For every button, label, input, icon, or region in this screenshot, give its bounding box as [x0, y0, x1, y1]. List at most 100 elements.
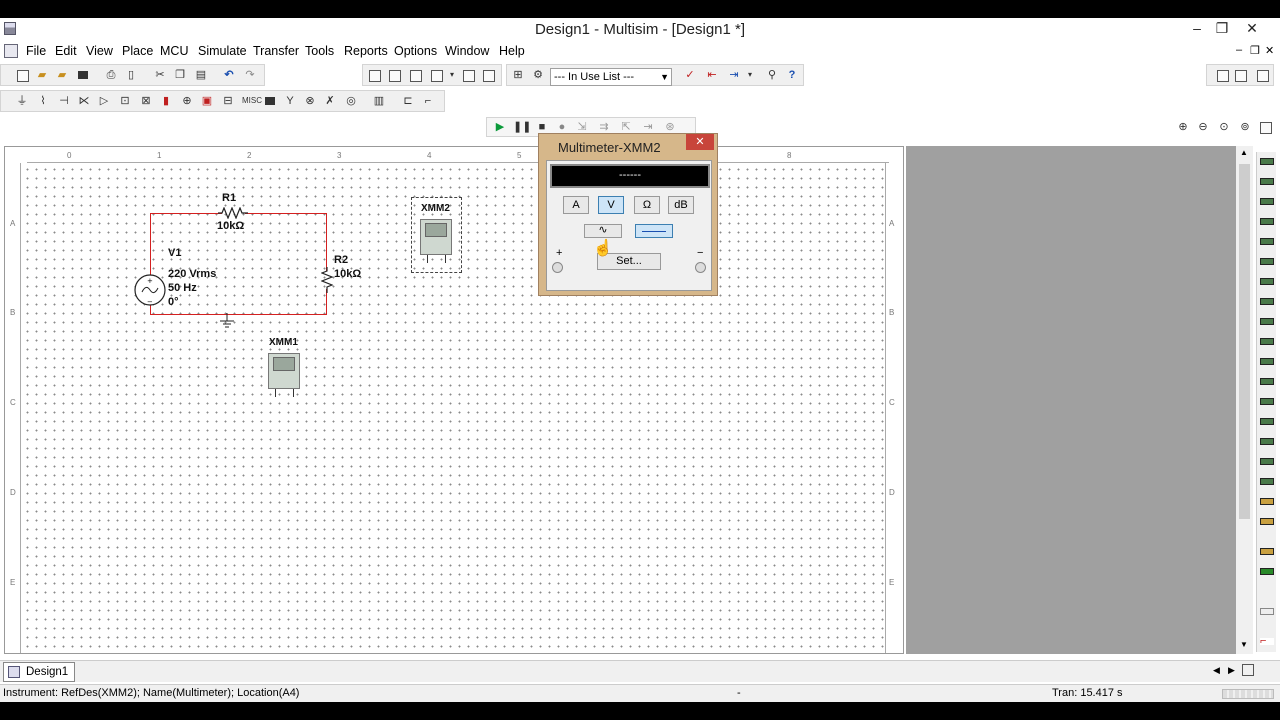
- menu-window[interactable]: Window: [445, 44, 489, 58]
- ac-mode-button[interactable]: ∿: [584, 224, 622, 238]
- distortion-analyzer-icon[interactable]: [1260, 378, 1274, 385]
- check-icon[interactable]: ✓: [683, 68, 697, 82]
- tab-scroll-right-icon[interactable]: ▶: [1228, 665, 1235, 676]
- menu-reports[interactable]: Reports: [344, 44, 388, 58]
- minimize-icon[interactable]: –: [1185, 20, 1209, 36]
- layout-left-icon[interactable]: [1215, 68, 1229, 82]
- oscilloscope-icon[interactable]: [1260, 218, 1274, 225]
- tab-scroll-left-icon[interactable]: ◀: [1213, 665, 1220, 676]
- wire[interactable]: [150, 213, 222, 214]
- wire[interactable]: [245, 213, 327, 214]
- measurement-probe-icon[interactable]: [1260, 608, 1274, 615]
- mode-ammeter-button[interactable]: A: [563, 196, 589, 214]
- advanced-peripherals-icon[interactable]: [263, 94, 277, 108]
- menu-file[interactable]: File: [26, 44, 46, 58]
- mode-ohmmeter-button[interactable]: Ω: [634, 196, 660, 214]
- agilent-generator-icon[interactable]: [1260, 438, 1274, 445]
- vertical-scrollbar[interactable]: ▲ ▼: [1236, 146, 1253, 654]
- menu-edit[interactable]: Edit: [55, 44, 77, 58]
- copy-icon[interactable]: ❐: [173, 68, 187, 82]
- new-file-icon[interactable]: [15, 68, 29, 82]
- pause-icon[interactable]: ❚❚: [513, 120, 531, 134]
- mdi-minimize-icon[interactable]: –: [1236, 44, 1242, 56]
- scrollbar-thumb[interactable]: [1239, 164, 1250, 519]
- electrical-rules-icon[interactable]: [481, 68, 495, 82]
- run-icon[interactable]: ▶: [493, 120, 507, 134]
- menu-view[interactable]: View: [86, 44, 113, 58]
- help-icon[interactable]: ?: [785, 68, 799, 82]
- pause-at-next-icon[interactable]: ●: [555, 120, 569, 134]
- open-sample-icon[interactable]: ▰: [55, 68, 69, 82]
- wire[interactable]: [326, 213, 327, 271]
- dialog-close-icon[interactable]: ✕: [686, 134, 714, 150]
- layout-right-icon[interactable]: [1233, 68, 1247, 82]
- paste-icon[interactable]: ▤: [194, 68, 208, 82]
- hierarchical-block-icon[interactable]: ⊏: [401, 94, 415, 108]
- menu-simulate[interactable]: Simulate: [198, 44, 247, 58]
- menu-transfer[interactable]: Transfer: [253, 44, 299, 58]
- wattmeter-icon[interactable]: [1260, 198, 1274, 205]
- mode-voltmeter-button[interactable]: V: [598, 196, 624, 214]
- misc-digital-icon[interactable]: ▮: [159, 94, 173, 108]
- bode-plotter-icon[interactable]: [1260, 258, 1274, 265]
- four-channel-oscilloscope-icon[interactable]: [1260, 238, 1274, 245]
- mcu-icon[interactable]: ▥: [372, 94, 386, 108]
- in-use-list-icon[interactable]: ⚙: [531, 68, 545, 82]
- chevron-down-icon[interactable]: ▾: [445, 68, 459, 82]
- tektronix-oscilloscope-icon[interactable]: [1260, 498, 1274, 505]
- mdi-close-icon[interactable]: ✕: [1265, 44, 1274, 57]
- document-icon[interactable]: [4, 44, 18, 58]
- postprocessor-icon[interactable]: [461, 68, 475, 82]
- ttl-icon[interactable]: ⊡: [118, 94, 132, 108]
- current-probe-icon[interactable]: [1260, 568, 1274, 575]
- logic-converter-icon[interactable]: [1260, 318, 1274, 325]
- frequency-counter-icon[interactable]: [1260, 278, 1274, 285]
- connector-icon[interactable]: ◎: [344, 94, 358, 108]
- database-manager-icon[interactable]: [408, 68, 422, 82]
- zoom-area-icon[interactable]: ⊙: [1217, 120, 1231, 134]
- probe-tool-icon[interactable]: ⌐: [1260, 636, 1274, 647]
- undo-icon[interactable]: ↶: [222, 68, 236, 82]
- menu-tools[interactable]: Tools: [305, 44, 334, 58]
- forward-annotate-icon[interactable]: ⇥: [727, 68, 741, 82]
- rf-icon[interactable]: Y: [283, 94, 297, 108]
- restore-icon[interactable]: ❐: [1210, 20, 1234, 37]
- multimeter-xmm1[interactable]: [268, 353, 300, 389]
- grapher-icon[interactable]: [429, 68, 443, 82]
- tab-design1[interactable]: Design1 *: [3, 662, 75, 696]
- multimeter-dialog[interactable]: Multimeter-XMM2 ✕ ------ A V Ω dB ∿ + − …: [538, 133, 718, 296]
- schematic-sheet[interactable]: 0 1 2 3 4 5 8 A B C D E A B C D E R1 10k…: [4, 146, 904, 654]
- save-icon[interactable]: [76, 68, 90, 82]
- resistor-r2[interactable]: [321, 267, 333, 293]
- network-analyzer-icon[interactable]: [1260, 418, 1274, 425]
- ground-icon[interactable]: [218, 313, 236, 331]
- menu-options[interactable]: Options: [394, 44, 437, 58]
- toggle-grid-icon[interactable]: [367, 68, 381, 82]
- electromechanical-icon[interactable]: ⊗: [303, 94, 317, 108]
- redo-icon[interactable]: ↷: [243, 68, 257, 82]
- multimeter-tool-icon[interactable]: [1260, 158, 1274, 165]
- ni-elvis-icon[interactable]: [1260, 548, 1274, 555]
- indicator-icon[interactable]: ▣: [200, 94, 214, 108]
- toggle-breakpoint-icon[interactable]: ⊛: [663, 120, 677, 134]
- spectrum-analyzer-icon[interactable]: [1260, 398, 1274, 405]
- spreadsheet-view-icon[interactable]: [387, 68, 401, 82]
- ni-component-icon[interactable]: ✗: [323, 94, 337, 108]
- cut-icon[interactable]: ✂: [153, 68, 167, 82]
- logic-analyzer-icon[interactable]: [1260, 338, 1274, 345]
- chevron-down-icon[interactable]: ▾: [743, 68, 757, 82]
- menu-mcu[interactable]: MCU: [160, 44, 188, 58]
- multimeter-xmm2[interactable]: [420, 219, 452, 255]
- find-examples-icon[interactable]: ⚲: [765, 68, 779, 82]
- resistor-r1[interactable]: [218, 207, 248, 219]
- diode-icon[interactable]: ⊣: [57, 94, 71, 108]
- cmos-icon[interactable]: ⊠: [139, 94, 153, 108]
- word-generator-icon[interactable]: [1260, 298, 1274, 305]
- in-use-list-select[interactable]: --- In Use List --- ▼: [550, 68, 672, 86]
- wire[interactable]: [150, 314, 327, 315]
- iv-analyzer-icon[interactable]: [1260, 358, 1274, 365]
- plus-terminal-icon[interactable]: [552, 262, 563, 273]
- stop-icon[interactable]: ■: [535, 120, 549, 134]
- tab-list-icon[interactable]: [1242, 664, 1254, 676]
- power-icon[interactable]: ⊟: [221, 94, 235, 108]
